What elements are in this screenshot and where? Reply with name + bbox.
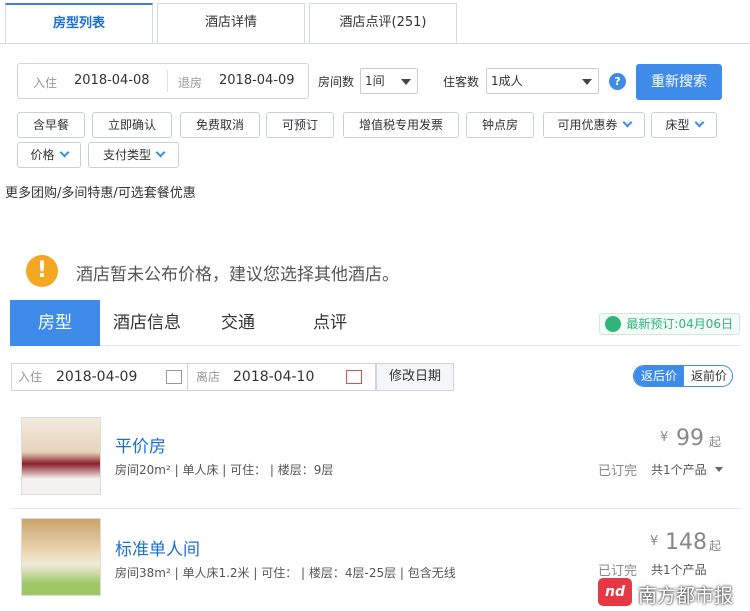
nav-tab-hotel-info[interactable]: 酒店信息 (106, 300, 188, 346)
room-details: 房间20m² | 单人床 | 可住： | 楼层：9层 (115, 463, 334, 477)
room-details: 房间38m² | 单人床1.2米 | 可住： | 楼层：4层-25层 | 包含无… (115, 566, 456, 580)
price-mode-toggle[interactable]: 返后价 返前价 (633, 365, 733, 387)
chevron-down-icon (401, 79, 411, 85)
checkout-label-2: 离店 (196, 370, 221, 384)
room-image[interactable] (21, 417, 101, 495)
checkout-date-2: 2018-04-10 (233, 369, 315, 385)
checkin-date[interactable]: 2018-04-08 (74, 73, 150, 88)
room-image[interactable] (21, 518, 101, 596)
chevron-down-icon (59, 147, 69, 158)
rooms-label: 房间数 (318, 75, 355, 89)
tab-hotel-details[interactable]: 酒店详情 (157, 3, 305, 43)
nav-tab-rooms[interactable]: 房型 (10, 300, 100, 346)
guests-select[interactable]: 1成人 (486, 68, 599, 94)
date-divider (167, 70, 168, 92)
newspaper-watermark: 南方都市报 (638, 585, 734, 607)
search-button[interactable]: 重新搜索 (636, 64, 722, 100)
checkin-date-2: 2018-04-09 (56, 369, 138, 385)
filter-breakfast[interactable]: 含早餐 (17, 112, 85, 138)
tab-divider (0, 43, 750, 44)
chevron-down-icon (622, 117, 632, 128)
chevron-down-icon (582, 79, 592, 85)
filter-bookable[interactable]: 可预订 (266, 112, 334, 138)
checkin-field[interactable]: 入住 2018-04-09 (11, 363, 188, 391)
row-divider (12, 508, 740, 509)
filter-vat-invoice[interactable]: 增值税专用发票 (343, 112, 459, 138)
latest-booking-badge: 最新预订:04月06日 (599, 313, 740, 335)
guests-value: 1成人 (491, 74, 523, 88)
calendar-icon (166, 370, 182, 384)
price-currency: ¥ (650, 534, 659, 549)
hotel-nav: 房型 酒店信息 交通 点评 最新预订:04月06日 (10, 300, 740, 346)
sold-out-label: 已订完 (598, 464, 638, 479)
sold-out-label: 已订完 (598, 564, 638, 579)
latest-booking-text: 最新预订:04月06日 (626, 317, 733, 331)
chevron-down-icon (694, 117, 704, 128)
warning-icon: ! (26, 255, 58, 287)
checkin-label: 入住 (33, 76, 58, 90)
price-from: 起 (709, 539, 722, 553)
tab-room-list[interactable]: 房型列表 (5, 3, 153, 44)
before-rebate-option[interactable]: 返前价 (684, 366, 732, 386)
checkout-field[interactable]: 离店 2018-04-10 (188, 363, 376, 391)
filter-bed-label: 床型 (665, 118, 690, 132)
tab-hotel-reviews[interactable]: 酒店点评(251) (309, 3, 457, 43)
nav-tab-transport[interactable]: 交通 (206, 300, 270, 346)
filter-price-label: 价格 (30, 148, 55, 162)
filter-hourly-room[interactable]: 钟点房 (466, 112, 534, 138)
filter-payment-type[interactable]: 支付类型 (88, 142, 179, 168)
filter-bed-type[interactable]: 床型 (651, 112, 717, 138)
room-price: 148 (665, 530, 707, 555)
filter-coupon[interactable]: 可用优惠券 (543, 112, 645, 138)
promo-link[interactable]: 更多团购/多间特惠/可选套餐优惠 (5, 182, 196, 201)
no-price-notice: 酒店暂未公布价格，建议您选择其他酒店。 (76, 265, 399, 285)
modify-date-button[interactable]: 修改日期 (376, 363, 454, 391)
expand-icon[interactable] (715, 467, 723, 472)
filter-payment-label: 支付类型 (102, 148, 151, 162)
filter-free-cancel[interactable]: 免费取消 (180, 112, 260, 138)
date-range-field[interactable]: 入住 2018-04-08 退房 2018-04-09 (17, 63, 309, 99)
price-currency: ¥ (660, 430, 669, 445)
rooms-value: 1间 (365, 74, 385, 88)
products-count[interactable]: 共1个产品 (651, 561, 707, 578)
help-icon[interactable]: ? (609, 73, 626, 90)
calendar-icon (346, 370, 362, 384)
filter-coupon-label: 可用优惠券 (557, 118, 618, 132)
filter-price[interactable]: 价格 (17, 142, 81, 168)
room-price: 99 (676, 426, 704, 451)
nav-tab-reviews[interactable]: 点评 (300, 300, 360, 346)
clock-icon (605, 316, 622, 332)
room-name[interactable]: 标准单人间 (115, 535, 200, 560)
checkout-label: 退房 (178, 76, 203, 90)
rooms-select[interactable]: 1间 (360, 68, 418, 94)
filter-instant-confirm[interactable]: 立即确认 (92, 112, 172, 138)
room-name[interactable]: 平价房 (115, 432, 166, 457)
products-count[interactable]: 共1个产品 (651, 461, 707, 478)
price-from: 起 (709, 435, 722, 449)
newspaper-logo: nd (598, 578, 632, 606)
chevron-down-icon (155, 147, 166, 158)
guests-label: 住客数 (443, 75, 480, 89)
checkout-date[interactable]: 2018-04-09 (219, 73, 295, 88)
after-rebate-option[interactable]: 返后价 (634, 366, 684, 386)
checkin-label-2: 入住 (18, 370, 43, 384)
